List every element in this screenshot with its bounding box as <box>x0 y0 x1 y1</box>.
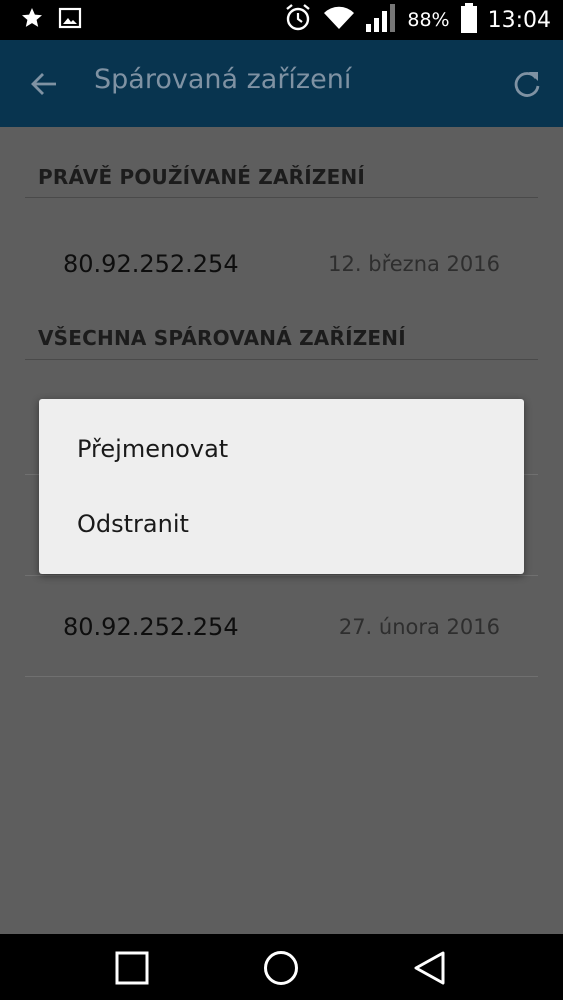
clock: 13:04 <box>487 7 551 33</box>
divider <box>25 197 538 198</box>
wifi-icon <box>323 5 355 35</box>
signal-icon <box>365 4 397 36</box>
image-icon <box>58 6 82 34</box>
star-icon <box>20 6 44 34</box>
battery-percent: 88% <box>407 9 450 31</box>
back-triangle-icon[interactable] <box>412 950 448 986</box>
alarm-icon <box>283 3 313 37</box>
device-ip: 80.92.252.254 <box>63 250 239 278</box>
app-bar: Spárovaná zařízení <box>0 40 563 127</box>
menu-item-remove[interactable]: Odstranit <box>77 510 189 538</box>
section-header-all: VŠECHNA SPÁROVANÁ ZAŘÍZENÍ <box>38 326 406 350</box>
divider <box>25 359 538 360</box>
page-title: Spárovaná zařízení <box>94 64 352 95</box>
device-date: 27. února 2016 <box>338 615 500 639</box>
battery-icon <box>460 3 478 37</box>
navigation-bar <box>0 934 563 1000</box>
divider <box>25 676 538 677</box>
context-menu: Přejmenovat Odstranit <box>39 399 524 574</box>
device-date: 12. března 2016 <box>328 252 500 276</box>
divider <box>25 575 538 576</box>
recents-square-icon[interactable] <box>114 950 150 986</box>
section-header-current: PRÁVĚ POUŽÍVANÉ ZAŘÍZENÍ <box>38 165 366 189</box>
home-circle-icon[interactable] <box>263 950 299 986</box>
refresh-icon[interactable] <box>513 70 541 102</box>
status-bar: 88% 13:04 <box>0 0 563 40</box>
device-ip: 80.92.252.254 <box>63 613 239 641</box>
back-arrow-icon[interactable] <box>30 70 58 102</box>
menu-item-rename[interactable]: Přejmenovat <box>77 435 228 463</box>
